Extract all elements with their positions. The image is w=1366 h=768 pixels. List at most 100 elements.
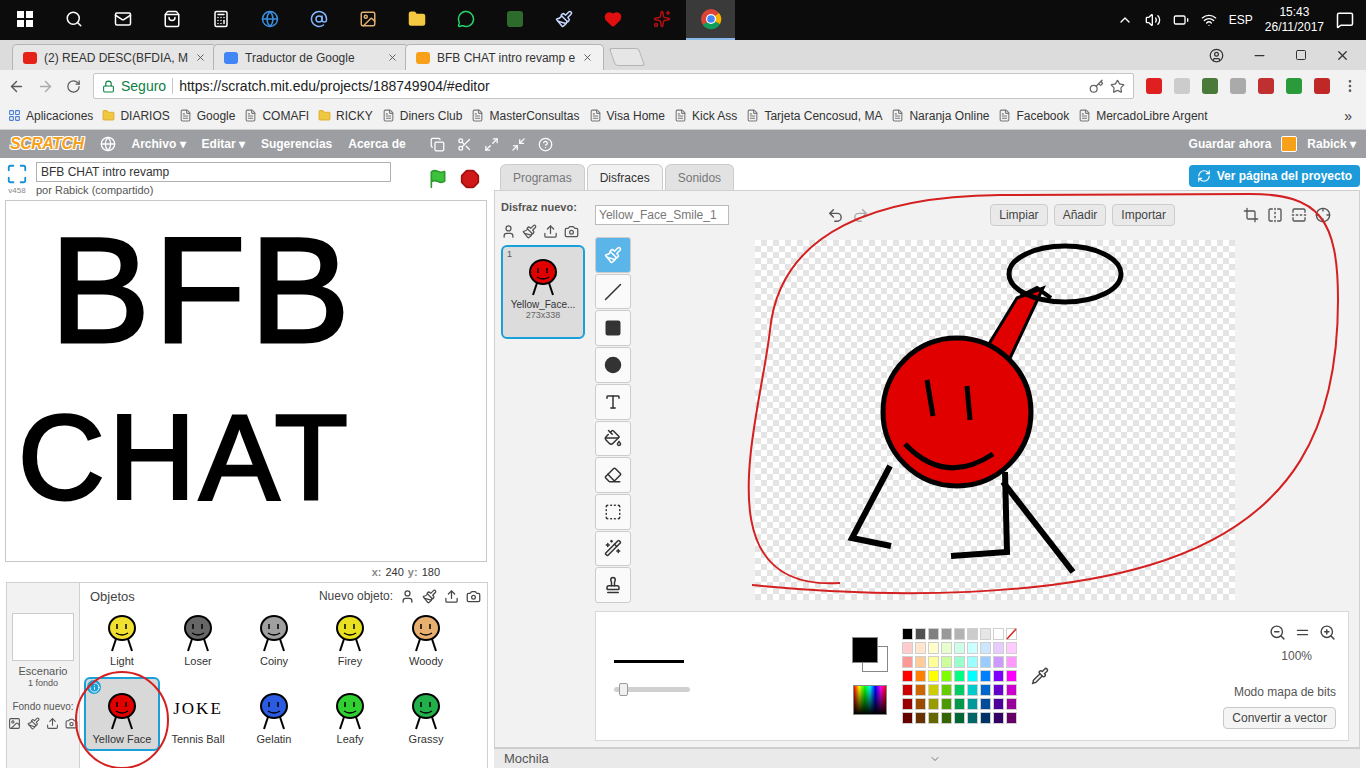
tool-button[interactable]	[595, 237, 631, 273]
backpack-bar[interactable]: Mochila	[494, 748, 1360, 768]
language-icon[interactable]	[100, 136, 116, 152]
key-icon[interactable]	[1089, 79, 1104, 94]
reload-icon[interactable]	[66, 79, 81, 94]
profile-icon[interactable]	[1209, 48, 1224, 63]
color-swatch[interactable]	[928, 628, 939, 640]
tool-button[interactable]	[595, 494, 631, 530]
tool-button[interactable]	[595, 531, 631, 567]
paint-sprite-icon[interactable]	[422, 589, 437, 604]
color-swatch[interactable]	[915, 628, 926, 640]
color-swatch[interactable]	[967, 628, 978, 640]
clock[interactable]: 15:4326/11/2017	[1265, 5, 1324, 35]
color-swatch[interactable]	[941, 670, 952, 682]
color-swatch[interactable]	[1006, 670, 1017, 682]
sprite-item[interactable]: Gelatin	[236, 677, 312, 751]
tool-button[interactable]	[595, 567, 631, 603]
color-swatch[interactable]	[980, 642, 991, 654]
notifications-icon[interactable]	[1336, 11, 1354, 29]
user-menu[interactable]: Rabick ▾	[1307, 137, 1356, 151]
color-swatch[interactable]	[928, 712, 939, 724]
paint-canvas[interactable]	[755, 240, 1235, 600]
camera-sprite-icon[interactable]	[466, 589, 481, 604]
duplicate-icon[interactable]	[430, 137, 445, 152]
color-swatch[interactable]	[915, 670, 926, 682]
project-page-button[interactable]: Ver página del proyecto	[1189, 165, 1360, 187]
color-swatch[interactable]	[980, 698, 991, 710]
sprite-item[interactable]: Coiny	[236, 609, 312, 673]
battery-icon[interactable]	[1173, 12, 1189, 28]
extension-icon[interactable]	[1202, 78, 1218, 94]
browser-tab[interactable]: (2) READ DESC(BFDIA, M	[12, 44, 217, 70]
tool-button[interactable]	[595, 310, 631, 346]
color-swatch[interactable]	[1006, 656, 1017, 668]
editor-tab[interactable]: Sonidos	[665, 164, 734, 190]
sprite-library-icon[interactable]	[400, 589, 415, 604]
taskbar-app[interactable]	[588, 0, 637, 40]
taskbar-app[interactable]	[490, 0, 539, 40]
sprite-item[interactable]: Leafy	[312, 677, 388, 751]
color-swatch[interactable]	[915, 684, 926, 696]
minimize-icon[interactable]	[1252, 48, 1267, 63]
cloud-extension-icon[interactable]	[1174, 78, 1190, 94]
tool-button[interactable]	[595, 347, 631, 383]
camera-costume-icon[interactable]	[564, 224, 579, 239]
menu-item[interactable]: Editar ▾	[202, 137, 245, 151]
color-swatch[interactable]	[915, 698, 926, 710]
bookmark[interactable]: MasterConsultas	[471, 109, 579, 123]
forward-icon[interactable]	[37, 78, 54, 95]
convert-vector-button[interactable]: Convertir a vector	[1223, 707, 1336, 729]
transparent-swatch-icon[interactable]	[1006, 628, 1017, 640]
browser-tab[interactable]: Traductor de Google	[213, 44, 409, 70]
paint-action-button[interactable]: Añadir	[1054, 204, 1107, 226]
extension-icon[interactable]	[1258, 78, 1274, 94]
set-center-icon[interactable]	[1315, 207, 1331, 223]
browser-tab[interactable]: BFB CHAT intro revamp e	[405, 44, 604, 70]
color-swatch[interactable]	[967, 670, 978, 682]
sprite-item[interactable]: Loser	[160, 609, 236, 673]
opera-extension-icon[interactable]	[1146, 78, 1162, 94]
color-swatch[interactable]	[928, 684, 939, 696]
project-title-input[interactable]: BFB CHAT intro revamp	[36, 162, 391, 182]
bookmark[interactable]: Aplicaciones	[8, 109, 93, 123]
color-swatch[interactable]	[902, 628, 913, 640]
bookmark[interactable]: COMAFI	[244, 109, 309, 123]
color-swatch[interactable]	[993, 712, 1004, 724]
close-icon[interactable]	[387, 52, 398, 63]
color-swatch[interactable]	[954, 684, 965, 696]
delete-icon[interactable]	[457, 137, 472, 152]
color-swatch[interactable]	[954, 628, 965, 640]
zoom-reset-icon[interactable]	[1294, 624, 1311, 641]
new-tab-button[interactable]	[609, 48, 646, 66]
menu-item[interactable]: Archivo ▾	[132, 137, 186, 151]
language[interactable]: ESP	[1229, 13, 1253, 27]
address-bar[interactable]: Segurohttps://scratch.mit.edu/projects/1…	[93, 73, 1134, 99]
color-swatch[interactable]	[967, 656, 978, 668]
expand-icon[interactable]	[929, 753, 941, 765]
color-swatch[interactable]	[902, 670, 913, 682]
taskbar-app[interactable]	[245, 0, 294, 40]
color-swatch[interactable]	[902, 684, 913, 696]
taskbar-app[interactable]	[147, 0, 196, 40]
bookmark[interactable]: Google	[179, 109, 236, 123]
color-swatch[interactable]	[902, 698, 913, 710]
taskbar-app[interactable]	[294, 0, 343, 40]
color-swatch[interactable]	[967, 642, 978, 654]
volume-icon[interactable]	[1145, 12, 1161, 28]
bookmark[interactable]: Naranja Online	[891, 109, 989, 123]
extension-icon[interactable]	[1230, 78, 1246, 94]
costume-name-input[interactable]: Yellow_Face_Smile_1	[595, 205, 729, 225]
extension-icon[interactable]	[1286, 78, 1302, 94]
color-swatch[interactable]	[941, 698, 952, 710]
paint-icon[interactable]	[27, 717, 40, 730]
color-swatch[interactable]	[941, 628, 952, 640]
extension-icon[interactable]	[1314, 78, 1330, 94]
bookmark[interactable]: Tarjeta Cencosud, MA	[746, 109, 882, 123]
bookmark[interactable]: Diners Club	[382, 109, 463, 123]
green-flag-icon[interactable]	[428, 169, 448, 189]
sprite-item[interactable]: Light	[84, 609, 160, 673]
color-swatch[interactable]	[928, 642, 939, 654]
undo-icon[interactable]	[827, 207, 844, 224]
color-swatch[interactable]	[954, 712, 965, 724]
save-now[interactable]: Guardar ahora	[1189, 137, 1272, 151]
costume-library-icon[interactable]	[501, 224, 516, 239]
